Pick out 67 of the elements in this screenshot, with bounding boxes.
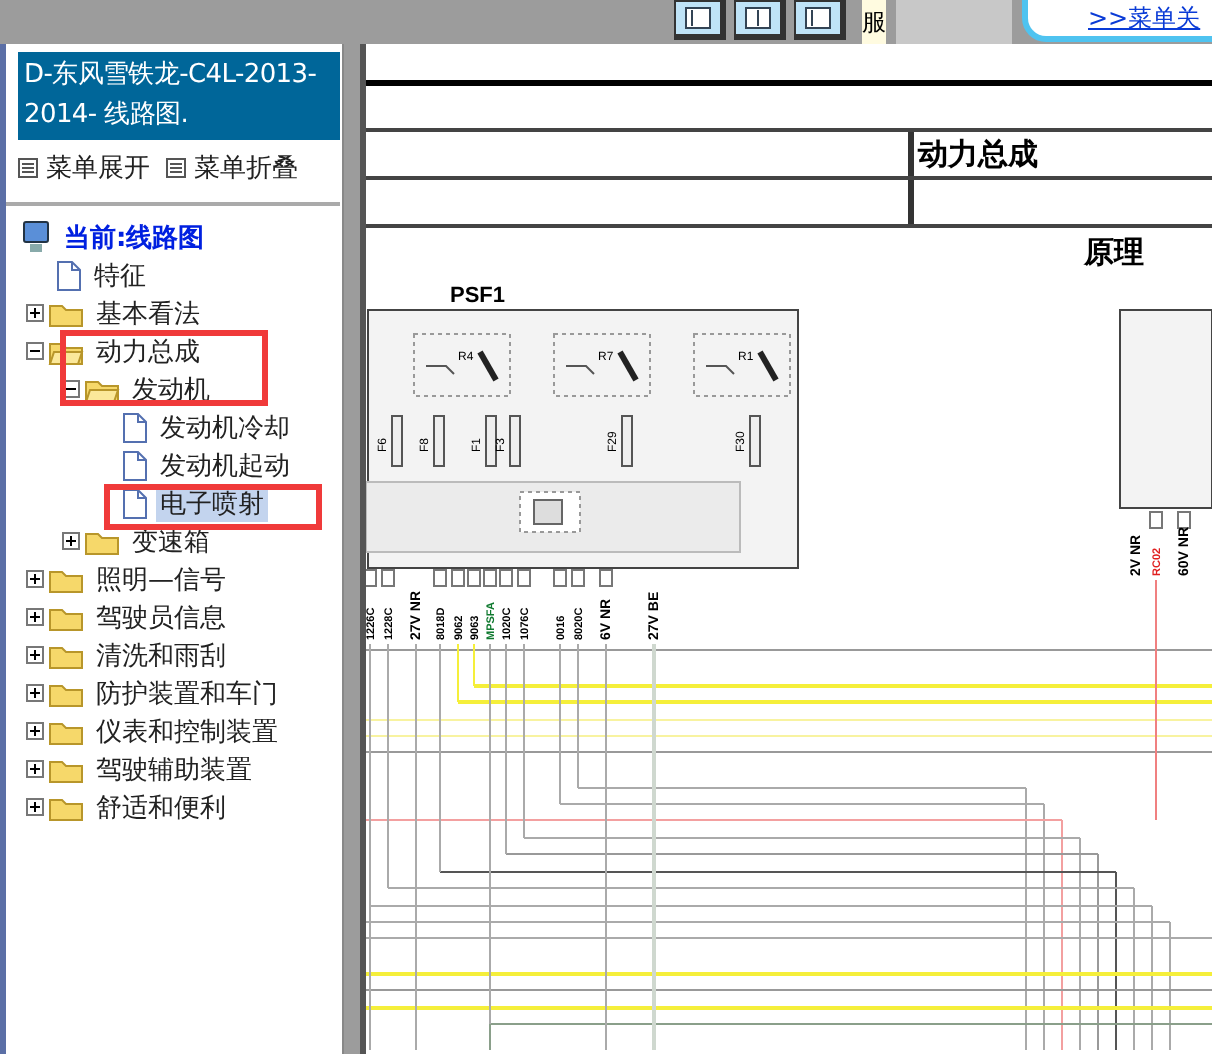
tree-item-label[interactable]: 防护装置和车门	[92, 675, 282, 711]
list-icon	[166, 158, 186, 178]
tree-item-label[interactable]: 驾驶辅助装置	[92, 751, 256, 787]
folder-icon	[84, 527, 120, 555]
tree-item-label[interactable]: 基本看法	[92, 295, 204, 331]
document-icon	[120, 411, 148, 443]
tree-item-label[interactable]: 特征	[90, 257, 150, 293]
side-text: 服	[862, 0, 886, 44]
list-icon	[18, 158, 38, 178]
tree-item-label[interactable]: 动力总成	[92, 333, 204, 369]
folder-icon	[48, 299, 84, 327]
toolbar-button[interactable]	[674, 0, 726, 40]
minus-box-icon[interactable]	[25, 342, 43, 360]
folder-icon	[48, 565, 84, 593]
tree-item-label[interactable]: 照明—信号	[92, 561, 230, 597]
relay-drawing	[693, 333, 791, 397]
document-icon	[54, 259, 82, 291]
plus-box-icon[interactable]	[25, 722, 43, 740]
folder-icon	[48, 679, 84, 707]
folder-icon	[48, 603, 84, 631]
menu-link[interactable]: >>菜单关	[1088, 2, 1201, 36]
photo-placeholder	[896, 0, 1012, 44]
tree-item-label[interactable]: 仪表和控制装置	[92, 713, 282, 749]
chip-icon	[519, 491, 581, 533]
fuse-symbol	[749, 415, 761, 467]
sidebar-title: D-东风雪铁龙-C4L-2013-2014- 线路图.	[18, 52, 340, 140]
document-icon	[120, 449, 148, 481]
computer-icon	[20, 220, 52, 254]
section-title: 动力总成	[915, 134, 1040, 176]
menu-action-link[interactable]: 菜单折叠	[194, 150, 298, 186]
window-icon	[804, 6, 832, 30]
plus-box-icon[interactable]	[25, 684, 43, 702]
plus-box-icon[interactable]	[25, 304, 43, 322]
window-icon	[684, 6, 712, 30]
fuse-symbol	[433, 415, 445, 467]
tree-root-label[interactable]: 当前:线路图	[60, 219, 209, 255]
plus-box-icon[interactable]	[25, 570, 43, 588]
menu-action-link[interactable]: 菜单展开	[46, 150, 150, 186]
folder-icon	[84, 375, 120, 403]
folder-icon	[48, 717, 84, 745]
fuse-symbol	[621, 415, 633, 467]
diagram-heading: 原理	[1084, 233, 1144, 271]
tree-item-label[interactable]: 变速箱	[128, 523, 214, 559]
folder-icon	[48, 641, 84, 669]
plus-box-icon[interactable]	[25, 608, 43, 626]
tree-item-label[interactable]: 发动机冷却	[156, 409, 294, 445]
document-icon	[120, 487, 148, 519]
plus-box-icon[interactable]	[25, 646, 43, 664]
folder-icon	[48, 755, 84, 783]
plus-box-icon[interactable]	[25, 798, 43, 816]
fuse-symbol	[485, 415, 497, 467]
window-icon	[744, 6, 772, 30]
fuse-box-title: PSF1	[450, 284, 506, 308]
plus-box-icon[interactable]	[61, 532, 79, 550]
tree-item-label[interactable]: 驾驶员信息	[92, 599, 230, 635]
plus-box-icon[interactable]	[25, 760, 43, 778]
folder-icon	[48, 793, 84, 821]
tree-item-label[interactable]: 舒适和便利	[92, 789, 230, 825]
tree-item-label[interactable]: 发动机起动	[156, 447, 294, 483]
toolbar-button[interactable]	[734, 0, 786, 40]
relay-drawing	[413, 333, 511, 397]
tree-item-label[interactable]: 清洗和雨刮	[92, 637, 230, 673]
fuse-symbol	[391, 415, 403, 467]
tree-item-label[interactable]: 发动机	[128, 371, 214, 407]
fuse-symbol	[509, 415, 521, 467]
toolbar-button[interactable]	[794, 0, 846, 40]
relay-drawing	[553, 333, 651, 397]
